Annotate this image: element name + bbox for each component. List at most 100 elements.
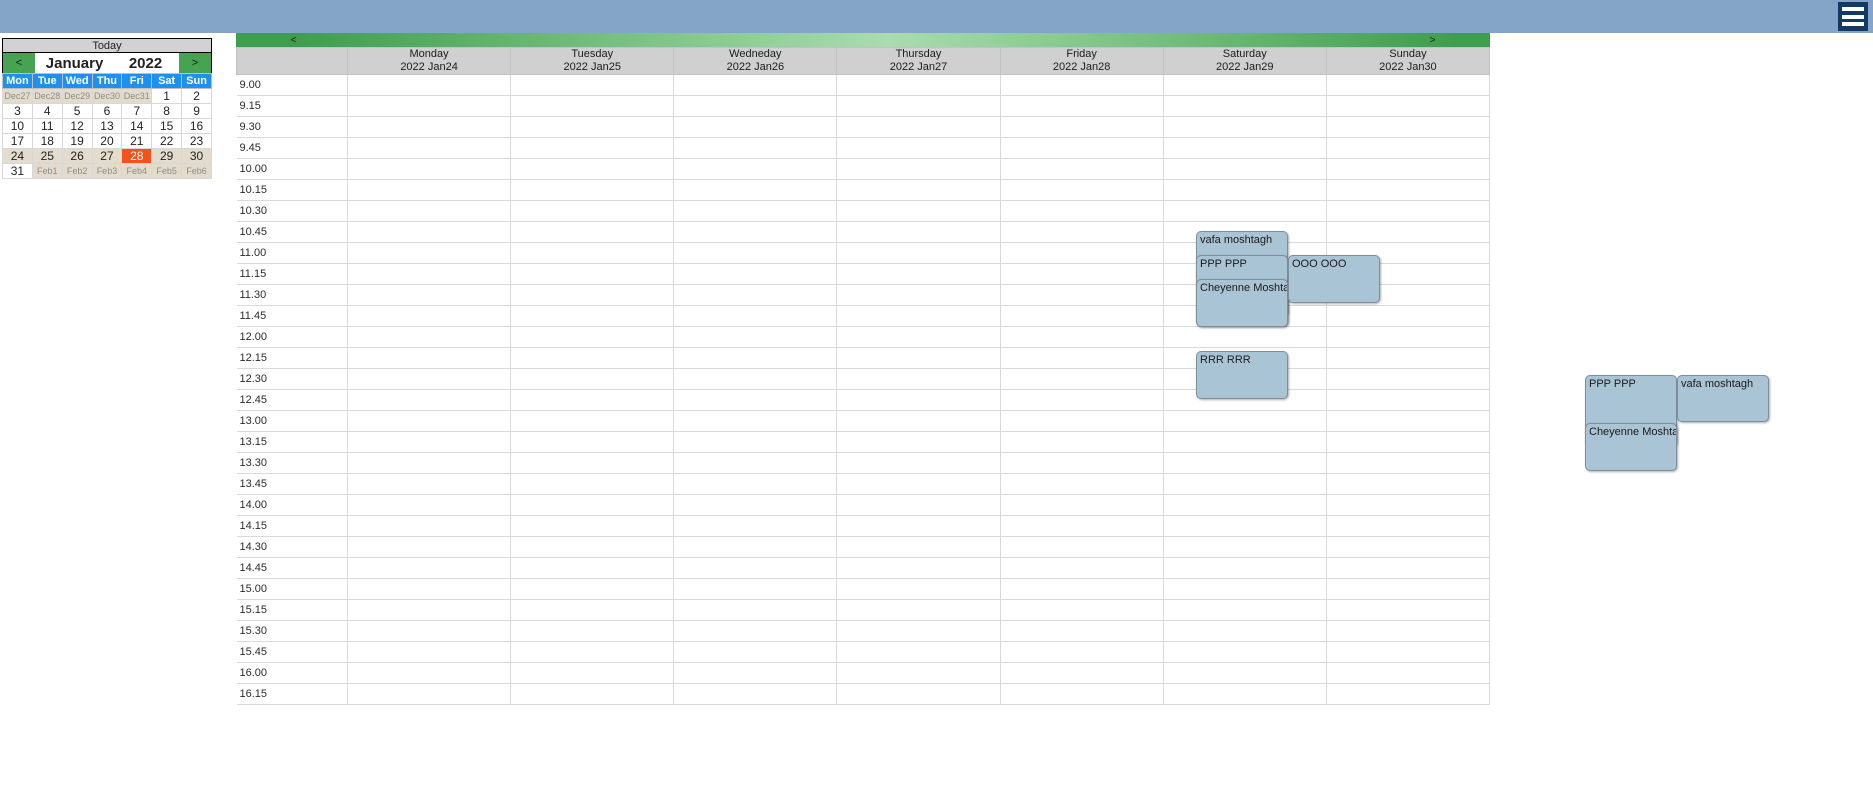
time-slot-cell[interactable] (510, 263, 675, 285)
time-slot-cell[interactable] (836, 410, 1001, 432)
time-slot-cell[interactable] (1162, 116, 1327, 138)
time-slot-cell[interactable] (1325, 431, 1491, 453)
time-slot-cell[interactable] (999, 389, 1164, 411)
time-slot-cell[interactable] (346, 284, 512, 306)
time-slot-cell[interactable] (1162, 200, 1327, 222)
mini-day-cell[interactable]: 17 (2, 133, 33, 149)
time-slot-cell[interactable] (346, 683, 512, 705)
time-slot-cell[interactable] (1325, 557, 1491, 579)
mini-week-row[interactable]: 31 Feb1 Feb2 Feb3 Feb4 Feb5 Feb6 (2, 163, 212, 179)
mini-day-cell[interactable]: 25 (31, 148, 63, 164)
time-slot-cell[interactable] (1162, 137, 1327, 159)
mini-week-row[interactable]: Dec27 Dec28 Dec29 Dec30 Dec31 1 2 (2, 88, 212, 104)
time-slot-cell[interactable] (346, 662, 512, 684)
time-slot-cell[interactable] (673, 515, 838, 537)
day-header-sunday[interactable]: Sunday 2022 Jan30 (1325, 47, 1491, 75)
time-slot-cell[interactable] (673, 137, 838, 159)
time-slot-cell[interactable] (510, 74, 675, 96)
time-slot-cell[interactable] (999, 95, 1164, 117)
time-slot-cell[interactable] (1162, 557, 1327, 579)
mini-week-row[interactable]: 3456789 (2, 103, 212, 119)
time-slot-cell[interactable] (1325, 326, 1491, 348)
time-slot-cell[interactable] (1162, 620, 1327, 642)
time-slot-cell[interactable] (1325, 473, 1491, 495)
time-slot-cell[interactable] (1325, 221, 1491, 243)
time-slot-cell[interactable] (510, 494, 675, 516)
time-slot-cell[interactable] (346, 557, 512, 579)
mini-day-cell[interactable]: 5 (61, 103, 93, 119)
time-slot-cell[interactable] (510, 431, 675, 453)
time-slot-cell[interactable] (999, 410, 1164, 432)
next-week-button[interactable]: > (1375, 35, 1490, 46)
time-slot-cell[interactable] (999, 221, 1164, 243)
time-slot-cell[interactable] (510, 242, 675, 264)
time-slot-cell[interactable] (1325, 200, 1491, 222)
time-slot-cell[interactable] (346, 431, 512, 453)
mini-week-row[interactable]: 17 18 19 20 21 22 23 (2, 133, 212, 149)
time-slot-cell[interactable] (346, 179, 512, 201)
day-header-saturday[interactable]: Saturday 2022 Jan29 (1162, 47, 1327, 75)
mini-day-cell[interactable]: Dec27 (2, 88, 33, 104)
time-slot-cell[interactable] (346, 578, 512, 600)
time-slot-cell[interactable] (1325, 515, 1491, 537)
time-slot-cell[interactable] (510, 662, 675, 684)
time-slot-cell[interactable] (999, 116, 1164, 138)
time-slot-cell[interactable] (999, 347, 1164, 369)
time-slot-cell[interactable] (346, 74, 512, 96)
time-slot-cell[interactable] (1325, 137, 1491, 159)
time-slot-cell[interactable] (1325, 452, 1491, 474)
time-slot-cell[interactable] (836, 389, 1001, 411)
time-slot-cell[interactable] (510, 473, 675, 495)
time-slot-cell[interactable] (1162, 599, 1327, 621)
time-slot-cell[interactable] (999, 200, 1164, 222)
time-slot-cell[interactable] (673, 389, 838, 411)
time-slot-cell[interactable] (999, 578, 1164, 600)
time-slot-cell[interactable] (1162, 326, 1327, 348)
time-slot-cell[interactable] (346, 242, 512, 264)
time-slot-cell[interactable] (673, 326, 838, 348)
time-slot-cell[interactable] (1325, 74, 1491, 96)
mini-day-cell[interactable]: Feb1 (31, 163, 63, 179)
time-slot-cell[interactable] (510, 221, 675, 243)
time-slot-cell[interactable] (1325, 683, 1491, 705)
time-slot-cell[interactable] (999, 326, 1164, 348)
mini-day-cell[interactable]: 22 (151, 133, 183, 149)
time-slot-cell[interactable] (346, 158, 512, 180)
time-slot-cell[interactable] (1162, 683, 1327, 705)
time-slot-cell[interactable] (510, 137, 675, 159)
time-slot-cell[interactable] (1162, 662, 1327, 684)
time-slot-cell[interactable] (346, 305, 512, 327)
time-slot-cell[interactable] (673, 158, 838, 180)
time-slot-cell[interactable] (673, 578, 838, 600)
time-slot-cell[interactable] (1162, 158, 1327, 180)
mini-day-cell[interactable]: Dec31 (121, 88, 153, 104)
mini-day-cell[interactable]: Feb5 (151, 163, 183, 179)
time-slot-cell[interactable] (836, 137, 1001, 159)
prev-month-button[interactable]: < (3, 53, 35, 73)
mini-day-cell[interactable]: Dec29 (61, 88, 93, 104)
time-slot-cell[interactable] (836, 347, 1001, 369)
mini-day-cell[interactable]: 20 (91, 133, 123, 149)
time-slot-cell[interactable] (346, 95, 512, 117)
time-slot-cell[interactable] (673, 347, 838, 369)
time-slot-cell[interactable] (510, 683, 675, 705)
time-slot-cell[interactable] (1325, 536, 1491, 558)
time-slot-cell[interactable] (1325, 599, 1491, 621)
time-slot-cell[interactable] (346, 473, 512, 495)
time-slot-cell[interactable] (673, 74, 838, 96)
mini-day-cell[interactable]: Feb6 (181, 163, 212, 179)
time-slot-cell[interactable] (836, 431, 1001, 453)
time-slot-cell[interactable] (673, 620, 838, 642)
mini-day-cell[interactable]: Feb4 (121, 163, 153, 179)
time-slot-cell[interactable] (510, 620, 675, 642)
time-slot-cell[interactable] (999, 641, 1164, 663)
time-slot-cell[interactable] (673, 452, 838, 474)
mini-day-cell[interactable]: 15 (151, 118, 183, 134)
time-slot-cell[interactable] (836, 368, 1001, 390)
time-slot-cell[interactable] (1162, 95, 1327, 117)
time-slot-cell[interactable] (510, 452, 675, 474)
time-slot-cell[interactable] (1162, 179, 1327, 201)
time-slot-cell[interactable] (999, 620, 1164, 642)
prev-week-button[interactable]: < (236, 35, 351, 46)
mini-day-cell[interactable]: 19 (61, 133, 93, 149)
